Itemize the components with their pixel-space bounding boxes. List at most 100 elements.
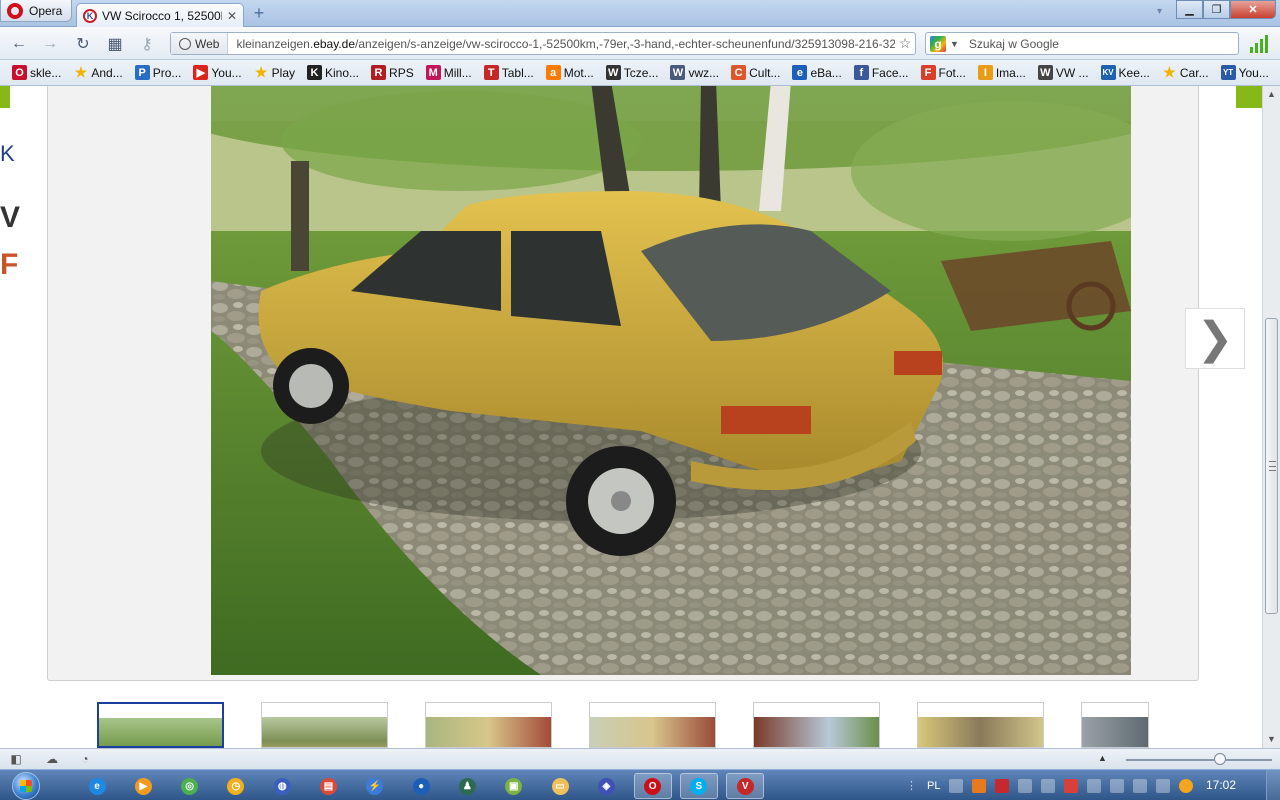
scroll-up-icon[interactable]: ▲ [1263,86,1280,103]
next-image-chevron-right-icon[interactable]: ❯ [1185,308,1245,369]
taskbar-app-media-player[interactable]: ▶ [124,773,162,799]
tray-app-orange-icon[interactable] [972,778,987,793]
close-window-button[interactable]: ✕ [1230,0,1276,19]
new-tab-button[interactable]: + [250,4,268,23]
taskbar-app-agent[interactable]: ♟ [448,773,486,799]
thumbnail-6[interactable] [917,702,1044,748]
bookmark-label: Tcze... [623,65,659,80]
bookmark-item[interactable]: C Cult... [727,62,784,84]
network-tray-icon[interactable] [1041,778,1056,793]
taskbar-app-skype[interactable]: S [679,773,718,799]
bookmark-item[interactable]: e eBa... [788,62,845,84]
show-desktop-button[interactable] [1266,770,1280,800]
bluetooth-icon[interactable] [1018,778,1033,793]
back-icon[interactable]: ← [9,34,29,54]
forward-icon[interactable]: → [40,34,60,54]
opera-turbo-signal-icon[interactable] [1250,35,1268,53]
taskbar-app-chrome[interactable]: ◎ [171,773,209,799]
bookmark-item[interactable]: a Mot... [542,62,598,84]
bookmark-item[interactable]: W VW ... [1034,62,1093,84]
bookmark-star-icon[interactable]: ☆ [895,35,915,52]
safely-remove-icon[interactable] [1087,778,1102,793]
price-peek: F [0,248,19,281]
bookmark-item[interactable]: T Tabl... [480,62,538,84]
bookmark-item[interactable]: KV Kee... [1097,62,1154,84]
bookmark-item[interactable]: Wvwz... [666,62,723,84]
bookmark-item[interactable]: W Tcze... [602,62,663,84]
breadcrumb-peek[interactable]: K [0,141,15,167]
taskbar-app-opera[interactable]: O [633,773,672,799]
address-bar[interactable]: Web kleinanzeigen.ebay.de/anzeigen/s-anz… [170,32,916,55]
language-indicator[interactable]: PL [927,780,940,792]
taskbar-app-globe[interactable]: ◍ [263,773,301,799]
bookmark-item[interactable]: R RPS [367,62,418,84]
thumbnail-2[interactable] [261,702,388,748]
url-path: /anzeigen/s-anzeige/vw-scirocco-1,-52500… [355,36,895,51]
wifi-signal-icon[interactable] [1156,778,1171,793]
action-center-icon[interactable] [1110,778,1125,793]
bookmark-item[interactable]: K Kino... [303,62,363,84]
taskbar-app-ball[interactable]: ● [402,773,440,799]
tabl-icon: T [483,65,499,80]
site-info-badge[interactable]: Web [171,33,229,54]
bookmark-item[interactable]: f Face... [850,62,913,84]
skype-icon: S [690,777,708,795]
taskbar-app-ie[interactable]: e [78,773,116,799]
bookmark-item[interactable]: I Ima... [974,62,1030,84]
taskbar-app-folder[interactable]: ▭ [541,773,579,799]
volume-icon[interactable] [1133,778,1148,793]
taskbar-app-lightning[interactable]: ⚡ [356,773,394,799]
zoom-slider-knob[interactable] [1214,753,1226,765]
update-tray-icon[interactable] [1179,778,1194,793]
car-photo[interactable] [211,86,1131,675]
bookmark-item[interactable]: ★ Car... [1158,62,1213,84]
taskbar-app-antivirus[interactable]: V [726,773,765,799]
taskbar-app-game[interactable]: ▣ [495,773,533,799]
acrobat-icon[interactable] [995,778,1010,793]
bookmark-item[interactable]: P Pro... [131,62,186,84]
maximize-button[interactable]: ❐ [1203,0,1230,19]
thumbnail-5[interactable] [753,702,880,748]
key-icon[interactable]: ⚷ [137,34,157,54]
panel-toggle-icon[interactable]: ◧ [8,752,24,767]
bookmark-item[interactable]: M Mill... [422,62,476,84]
bookmark-item[interactable]: F Fot... [917,62,970,84]
tab-menu-chevron-icon[interactable]: ▾ [1157,6,1162,17]
vertical-scrollbar[interactable]: ▲ ▼ [1262,86,1280,748]
scrollbar-thumb[interactable] [1265,318,1278,614]
reload-icon[interactable]: ↻ [73,34,93,54]
scroll-down-icon[interactable]: ▼ [1263,731,1280,748]
tab-close-icon[interactable]: ✕ [227,9,237,23]
bookmark-item[interactable]: ★ Play [250,62,299,84]
bookmark-item[interactable]: ▶ You... [189,62,245,84]
browser-tab[interactable]: K VW Scirocco 1, 52500k... ✕ [76,3,244,27]
minimize-button[interactable]: ▁ [1176,0,1203,19]
thumbnail-3[interactable] [425,702,552,748]
bookmark-item[interactable]: Oskle... [8,62,65,84]
zoom-slider-track[interactable] [1126,759,1272,761]
start-button[interactable] [6,770,46,800]
speed-gauge-icon[interactable]: ◔ [77,752,93,767]
speed-dial-icon[interactable]: ▦ [105,34,125,54]
bookmark-label: Fot... [938,65,966,80]
search-engine-dropdown-icon[interactable]: ▼ [950,39,959,49]
opera-menu-button[interactable]: Opera [0,0,72,22]
keyboard-icon[interactable] [949,778,964,793]
thumbnail-4[interactable] [589,702,716,748]
a-icon: a [545,65,561,80]
folder-icon: ▭ [551,777,569,795]
search-box[interactable]: g ▼ Szukaj w Google [925,32,1239,55]
thumbnail-7[interactable] [1081,702,1149,748]
bookmark-item[interactable]: YT You... [1217,62,1273,84]
antivirus-tray-icon[interactable] [1064,778,1079,793]
taskbar-app-clock-app[interactable]: ◷ [217,773,255,799]
bookmark-item[interactable]: ★ And... [69,62,126,84]
url-text[interactable]: kleinanzeigen.ebay.de/anzeigen/s-anzeige… [228,37,895,51]
ball-icon: ● [412,777,430,795]
taskbar-app-shield-app[interactable]: ◈ [587,773,625,799]
zoom-up-arrow-icon[interactable]: ▲ [1098,753,1107,763]
opera-unite-cloud-icon[interactable]: ☁ [44,752,60,767]
thumbnail-1[interactable] [97,702,224,748]
taskbar-app-winrar[interactable]: ▤ [310,773,348,799]
clock[interactable]: 17:02 [1206,778,1236,792]
